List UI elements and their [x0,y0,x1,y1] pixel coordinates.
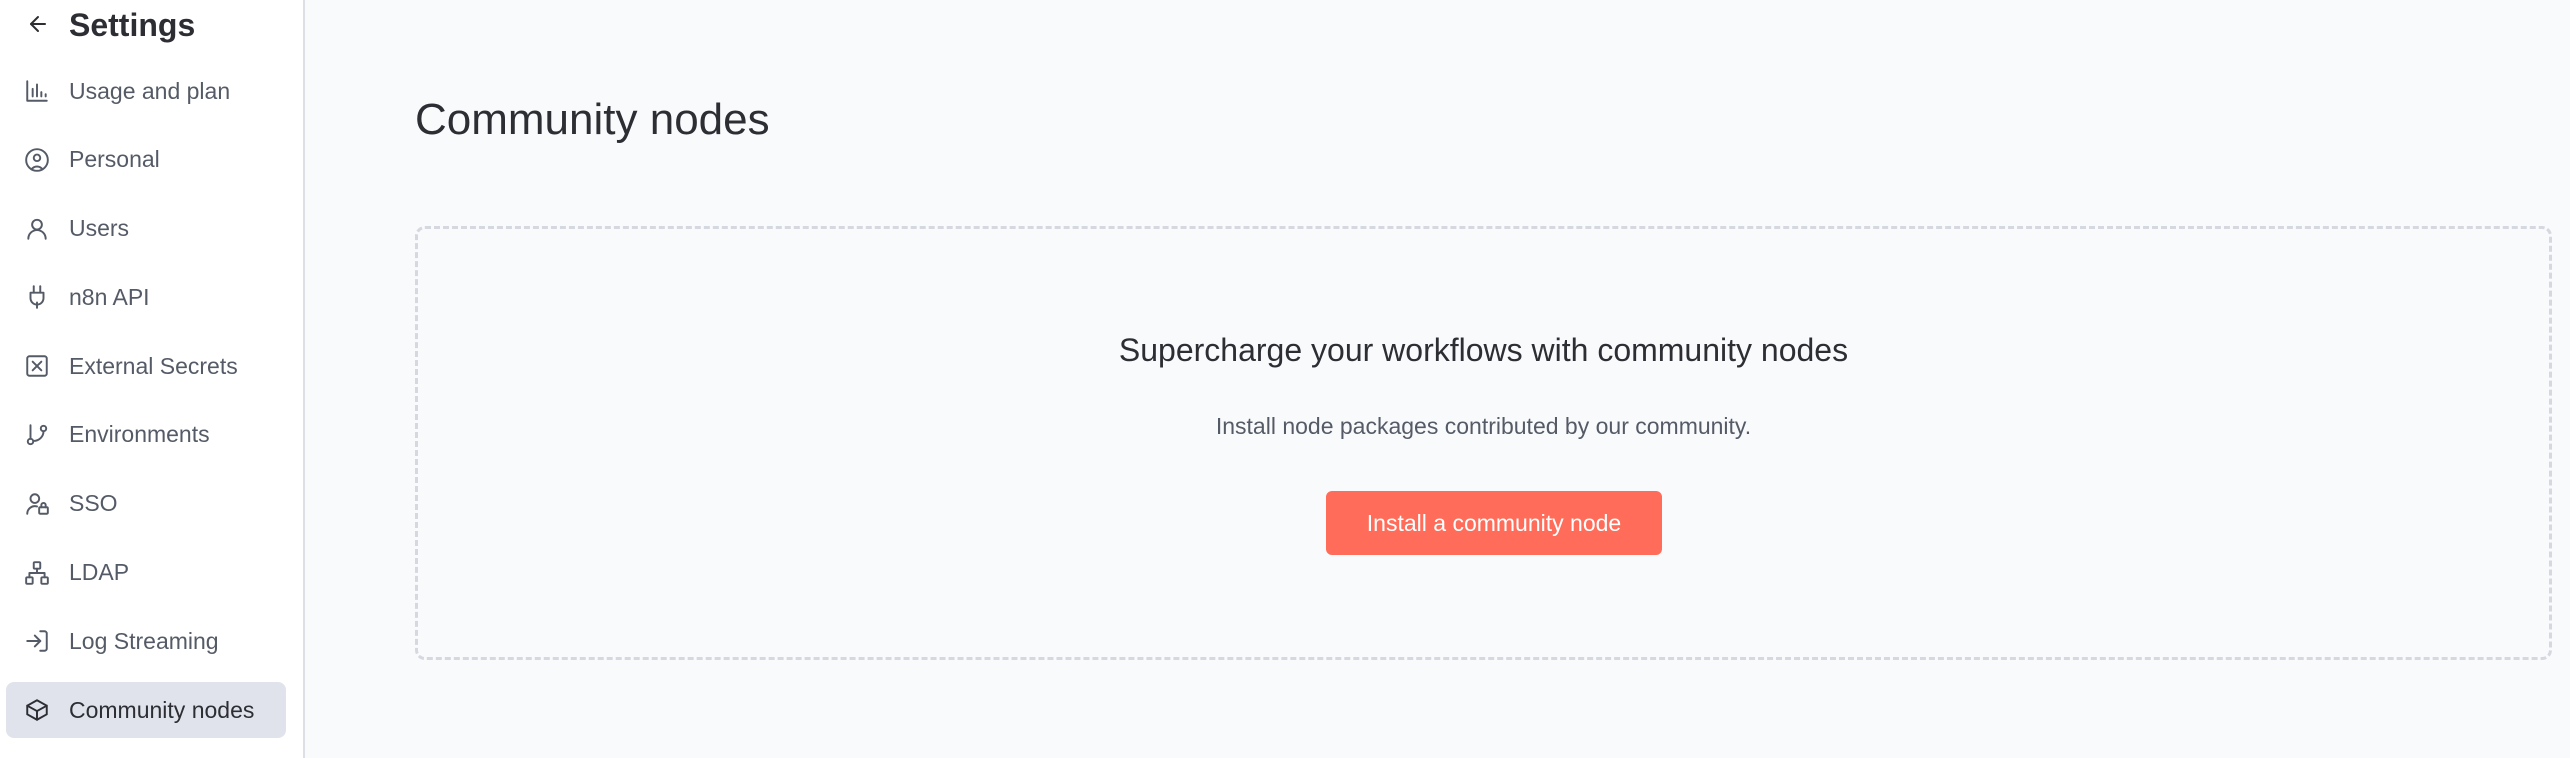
user-lock-icon [24,491,50,517]
arrow-left-icon [30,16,46,32]
sidebar-item-label: Personal [69,146,160,173]
settings-app: Settings Usage and plan Personal Users n… [0,0,2570,758]
back-button[interactable] [20,6,56,42]
sidebar-item-label: External Secrets [69,352,238,379]
sidebar-item-users[interactable]: Users [6,201,286,257]
sidebar-item-label: Usage and plan [69,77,231,104]
install-community-node-button[interactable]: Install a community node [1326,491,1662,555]
sidebar-item-label: Environments [69,421,210,448]
log-in-icon [24,628,50,654]
sidebar-title: Settings [69,7,196,43]
plug-icon [24,284,50,310]
sidebar-header: Settings [0,0,303,52]
user-circle-icon [24,147,50,173]
sidebar-item-label: SSO [69,490,118,517]
sidebar-item-label: LDAP [69,559,130,586]
sidebar-item-sso[interactable]: SSO [6,476,286,532]
sidebar-item-label: n8n API [69,283,150,310]
sidebar-item-ldap[interactable]: LDAP [6,545,286,601]
settings-sidebar: Settings Usage and plan Personal Users n… [0,0,305,758]
sidebar-item-n8n-api[interactable]: n8n API [6,269,286,325]
bar-chart-icon [24,78,50,104]
empty-state-heading: Supercharge your workflows with communit… [1118,332,1849,368]
sidebar-item-label: Log Streaming [69,627,219,654]
sidebar-item-external-secrets[interactable]: External Secrets [6,338,286,394]
square-x-icon [24,353,50,379]
network-icon [24,560,50,586]
sidebar-item-label: Users [69,215,130,242]
sidebar-item-personal[interactable]: Personal [6,132,286,188]
box-icon [24,697,50,723]
user-icon [24,216,50,242]
sidebar-item-environments[interactable]: Environments [6,407,286,463]
sidebar-item-community-nodes[interactable]: Community nodes [6,682,286,739]
page-title: Community nodes [415,95,770,144]
sidebar-item-usage-and-plan[interactable]: Usage and plan [6,63,286,119]
git-branch-icon [24,422,50,448]
sidebar-item-label: Community nodes [69,696,255,723]
settings-nav: Usage and plan Personal Users n8n API Ex… [6,63,286,751]
sidebar-item-log-streaming[interactable]: Log Streaming [6,613,286,669]
empty-state-description: Install node packages contributed by our… [1215,413,1752,439]
community-nodes-empty-state: Supercharge your workflows with communit… [415,226,2552,660]
main-content: Community nodes Supercharge your workflo… [307,0,2570,758]
